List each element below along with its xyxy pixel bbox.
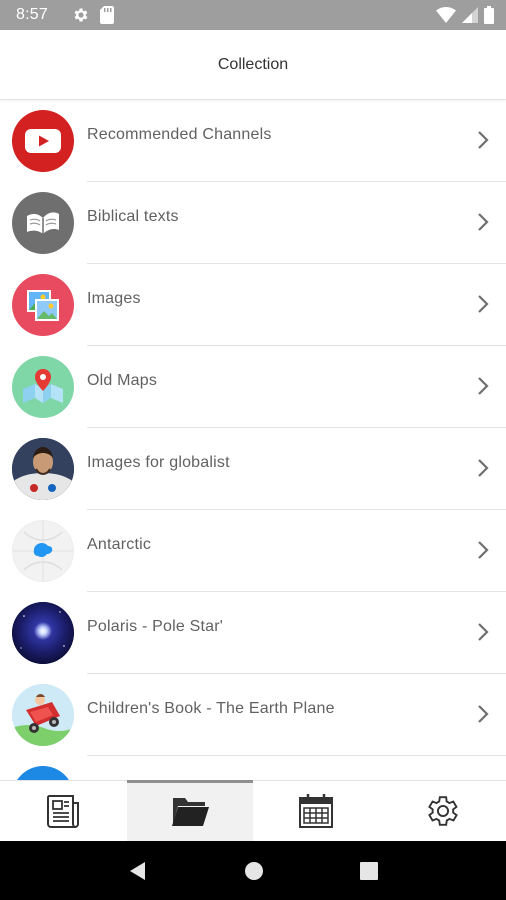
astronaut-photo: [12, 438, 74, 500]
chevron-right-icon: [478, 213, 489, 231]
tab-collection[interactable]: [126, 780, 253, 841]
app-header: Collection: [0, 30, 506, 100]
recents-button[interactable]: [359, 861, 379, 881]
page-title: Collection: [217, 55, 289, 73]
chevron-right-icon: [478, 623, 489, 641]
list-item-label: Polaris - Pole Star': [87, 618, 223, 635]
newspaper-icon: [47, 795, 80, 828]
childrens-book-photo: [12, 684, 74, 746]
list-item-label: Biblical texts: [87, 208, 179, 225]
list-item-old-maps[interactable]: Old Maps: [0, 346, 506, 428]
list-item-antarctic[interactable]: Antarctic: [0, 510, 506, 592]
bottom-nav: [0, 780, 506, 841]
chevron-right-icon: [478, 705, 489, 723]
tab-settings[interactable]: [380, 781, 506, 841]
list-item-label: Children's Book - The Earth Plane: [87, 700, 335, 717]
status-time: 8:57: [16, 6, 48, 23]
book-icon: [12, 192, 74, 254]
signal-icon: [462, 7, 478, 23]
chevron-right-icon: [478, 541, 489, 559]
collection-list[interactable]: Recommended Channels Biblical texts Imag…: [0, 100, 506, 780]
list-item-label: Recommended Channels: [87, 126, 272, 143]
youtube-icon: [12, 110, 74, 172]
sd-card-icon: [99, 6, 114, 24]
images-icon: [12, 274, 74, 336]
list-item-partial[interactable]: [0, 756, 506, 780]
gear-icon: [72, 6, 90, 24]
list-item-images-for-globalist[interactable]: Images for globalist: [0, 428, 506, 510]
folder-icon: [171, 798, 209, 826]
status-left: 8:57: [16, 6, 114, 24]
list-item-label: Antarctic: [87, 536, 152, 553]
map-pin-icon: [12, 356, 74, 418]
status-bar: 8:57: [0, 0, 506, 30]
chevron-right-icon: [478, 459, 489, 477]
list-item-biblical-texts[interactable]: Biblical texts: [0, 182, 506, 264]
calendar-icon: [299, 794, 334, 828]
list-item-recommended-channels[interactable]: Recommended Channels: [0, 100, 506, 182]
chevron-right-icon: [478, 377, 489, 395]
list-item-label: Images: [87, 290, 141, 307]
item-thumbnail: [12, 766, 74, 780]
battery-icon: [484, 6, 494, 24]
list-item-images[interactable]: Images: [0, 264, 506, 346]
list-item-childrens-book[interactable]: Children's Book - The Earth Plane: [0, 674, 506, 756]
tab-calendar[interactable]: [253, 781, 380, 841]
globe-antarctica-icon: [12, 520, 74, 582]
pole-star-photo: [12, 602, 74, 664]
list-item-label: Images for globalist: [87, 454, 230, 471]
list-item-label: Old Maps: [87, 372, 158, 389]
system-nav-bar: [0, 841, 506, 900]
chevron-right-icon: [478, 295, 489, 313]
settings-icon: [427, 796, 458, 826]
chevron-right-icon: [478, 131, 489, 149]
home-button[interactable]: [244, 861, 264, 881]
tab-news[interactable]: [0, 781, 127, 841]
back-button[interactable]: [127, 860, 149, 882]
list-item-polaris-pole-star[interactable]: Polaris - Pole Star': [0, 592, 506, 674]
status-right: [436, 6, 494, 24]
wifi-icon: [436, 7, 456, 23]
